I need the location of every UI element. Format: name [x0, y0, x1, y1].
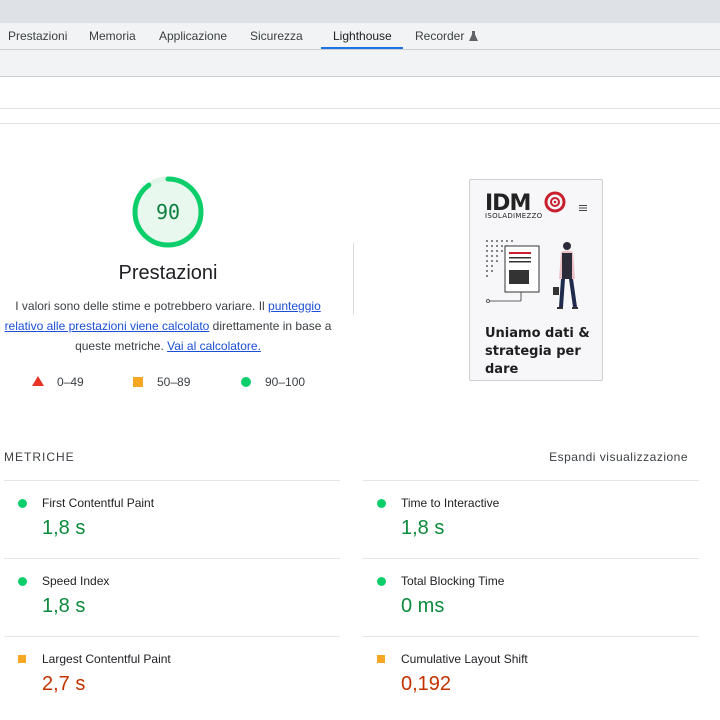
metric-speed-index: Speed Index 1,8 s [4, 558, 340, 636]
average-square-icon [18, 655, 26, 663]
metric-cumulative-layout-shift: Cumulative Layout Shift 0,192 [363, 636, 699, 714]
calculator-link[interactable]: Vai al calcolatore. [167, 339, 261, 353]
metric-first-contentful-paint: First Contentful Paint 1,8 s [4, 480, 340, 558]
metric-name: Largest Contentful Paint [42, 652, 171, 666]
metric-value: 1,8 s [401, 517, 445, 539]
legend-fail-label: 0–49 [57, 375, 84, 389]
screenshot-headline: Uniamo dati & strategia per dare [485, 326, 590, 377]
devtools-tabbar: Prestazioni Memoria Applicazione Sicurez… [0, 23, 720, 50]
lighthouse-toolbar [0, 50, 720, 77]
triangle-icon [32, 376, 44, 386]
tab-memoria[interactable]: Memoria [89, 23, 136, 50]
metrics-section-title: METRICHE [4, 450, 75, 464]
illustration-icon [486, 240, 578, 309]
circle-icon [241, 377, 251, 387]
tab-lighthouse[interactable]: Lighthouse [333, 23, 392, 50]
metric-name: Time to Interactive [401, 496, 500, 510]
pass-circle-icon [18, 577, 27, 586]
expand-view-toggle[interactable]: Espandi visualizzazione [549, 450, 688, 464]
tab-applicazione[interactable]: Applicazione [159, 23, 227, 50]
metric-largest-contentful-paint: Largest Contentful Paint 2,7 s [4, 636, 340, 714]
tab-recorder-label: Recorder [415, 29, 465, 43]
metric-value: 0 ms [401, 595, 445, 617]
tab-prestazioni[interactable]: Prestazioni [8, 23, 67, 50]
window-top-strip [0, 0, 720, 23]
tab-sicurezza[interactable]: Sicurezza [250, 23, 303, 50]
screenshot-logo-subtitle: ISOLADIMEZZO [485, 212, 543, 220]
square-icon [133, 377, 143, 387]
performance-score: 90 [155, 200, 181, 224]
category-title: Prestazioni [118, 262, 218, 284]
report-url-bar [0, 77, 720, 109]
legend-pass-label: 90–100 [265, 375, 306, 389]
final-screenshot[interactable]: IDM ISOLADIMEZZO Uniamo dati & strategia… [469, 179, 603, 381]
metric-value: 2,7 s [42, 673, 86, 695]
metric-value: 1,8 s [42, 595, 86, 617]
metric-time-to-interactive: Time to Interactive 1,8 s [363, 480, 699, 558]
average-square-icon [377, 655, 385, 663]
pass-circle-icon [377, 499, 386, 508]
flask-icon [469, 31, 479, 41]
pass-circle-icon [377, 577, 386, 586]
metric-name: Speed Index [42, 574, 110, 588]
metric-name: Cumulative Layout Shift [401, 652, 528, 666]
tab-recorder[interactable]: Recorder [415, 23, 479, 50]
vertical-separator [353, 243, 354, 315]
hamburger-icon [579, 203, 587, 213]
screenshot-page: IDM ISOLADIMEZZO Uniamo dati & strategia… [473, 183, 599, 377]
metric-value: 0,192 [401, 673, 452, 695]
metric-name: First Contentful Paint [42, 496, 155, 510]
metric-total-blocking-time: Total Blocking Time 0 ms [363, 558, 699, 636]
description-text-1: I valori sono delle stime e potrebbero v… [15, 299, 269, 313]
metric-value: 1,8 s [42, 517, 86, 539]
pass-circle-icon [18, 499, 27, 508]
active-tab-indicator [321, 47, 403, 49]
performance-description: I valori sono delle stime e potrebbero v… [0, 296, 336, 356]
report-divider [0, 123, 720, 124]
legend-average-label: 50–89 [157, 375, 191, 389]
metric-name: Total Blocking Time [401, 574, 505, 588]
